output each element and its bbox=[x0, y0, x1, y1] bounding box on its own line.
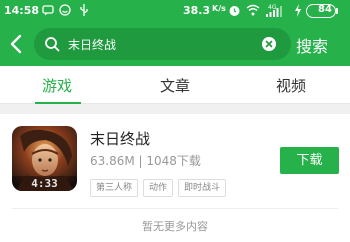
signal-icon bbox=[266, 6, 282, 17]
battery-level: 84 bbox=[318, 4, 332, 15]
tab-games[interactable]: 游戏 bbox=[42, 75, 72, 96]
download-button[interactable]: 下载 bbox=[280, 147, 339, 174]
game-icon[interactable]: 4:33 bbox=[12, 126, 77, 191]
wifi-icon bbox=[246, 4, 260, 16]
section-gap bbox=[0, 104, 350, 114]
tab-bar: 游戏 文章 视频 bbox=[0, 66, 350, 104]
tag-list: 第三人称 动作 即时战斗 bbox=[90, 175, 231, 197]
no-more-text: 暂无更多内容 bbox=[142, 220, 208, 233]
message-icon bbox=[42, 5, 54, 16]
back-arrow-icon[interactable] bbox=[6, 31, 28, 57]
alarm-icon bbox=[229, 6, 240, 16]
search-header: 末日终战 搜索 bbox=[0, 22, 350, 66]
tab-articles[interactable]: 文章 bbox=[160, 75, 190, 96]
search-input[interactable]: 末日终战 bbox=[34, 28, 291, 60]
tag-item[interactable]: 第三人称 bbox=[90, 179, 139, 197]
status-bar: 14:58 38.3 K/s 4G 84 bbox=[0, 0, 350, 22]
divider bbox=[12, 208, 338, 209]
tag-item[interactable]: 即时战斗 bbox=[178, 179, 227, 197]
charging-icon bbox=[295, 4, 301, 17]
search-button[interactable]: 搜索 bbox=[296, 33, 328, 57]
network-speed-unit: K/s bbox=[212, 4, 226, 13]
status-time: 14:58 bbox=[4, 4, 40, 17]
clear-icon[interactable] bbox=[262, 37, 276, 51]
network-speed: 38.3 bbox=[183, 4, 211, 17]
list-item[interactable]: 4:33 末日终战 63.86M | 1048下载 第三人称 动作 即时战斗 下载 bbox=[0, 114, 350, 208]
search-query: 末日终战 bbox=[68, 38, 117, 52]
app-meta: 63.86M | 1048下载 bbox=[90, 154, 201, 168]
search-icon bbox=[45, 37, 60, 52]
tag-item[interactable]: 动作 bbox=[143, 179, 174, 197]
app-name[interactable]: 末日终战 bbox=[90, 128, 150, 149]
tab-videos[interactable]: 视频 bbox=[276, 75, 306, 96]
usb-icon bbox=[80, 4, 88, 16]
game-icon-label: 4:33 bbox=[31, 177, 58, 190]
smile-icon bbox=[59, 4, 71, 16]
